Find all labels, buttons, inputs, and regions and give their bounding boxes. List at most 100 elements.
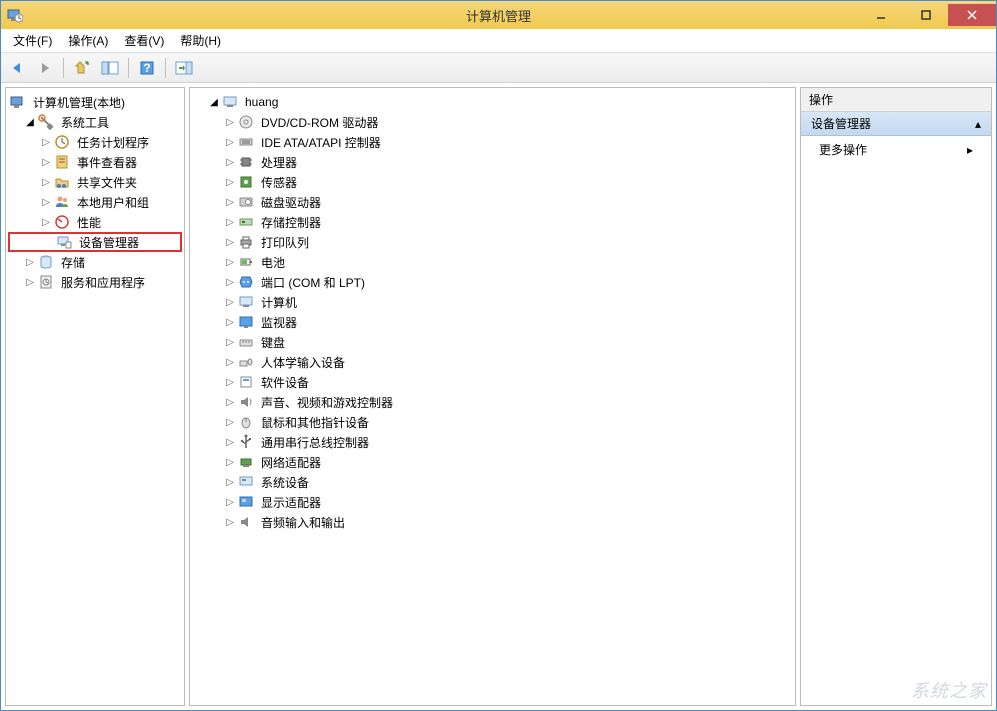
device-display[interactable]: ▷显示适配器 [192, 492, 793, 512]
tree-shared-folders[interactable]: ▷ 共享文件夹 [8, 172, 182, 192]
forward-button[interactable] [33, 56, 57, 80]
expand-spacer [42, 236, 54, 248]
expand-icon[interactable]: ▷ [224, 256, 236, 268]
tree-local-users[interactable]: ▷ 本地用户和组 [8, 192, 182, 212]
tree-task-scheduler[interactable]: ▷ 任务计划程序 [8, 132, 182, 152]
app-icon [7, 7, 23, 23]
ide-icon [238, 134, 254, 150]
tree-event-viewer[interactable]: ▷ 事件查看器 [8, 152, 182, 172]
expand-icon[interactable]: ▷ [224, 336, 236, 348]
expand-icon[interactable]: ▷ [224, 476, 236, 488]
tree-label: 传感器 [258, 173, 300, 192]
tree-label: 监视器 [258, 313, 300, 332]
shared-folder-icon [54, 174, 70, 190]
tree-label: 电池 [258, 253, 288, 272]
expand-icon[interactable]: ▷ [224, 456, 236, 468]
submenu-arrow-icon: ▸ [967, 143, 973, 157]
up-button[interactable] [70, 56, 94, 80]
device-storage-ctrl[interactable]: ▷ 存储控制器 [192, 212, 793, 232]
menu-file[interactable]: 文件(F) [5, 30, 60, 51]
expand-icon[interactable]: ▷ [224, 416, 236, 428]
collapse-icon[interactable]: ◢ [24, 116, 36, 128]
device-computer-root[interactable]: ◢ huang [192, 92, 793, 112]
help-button[interactable]: ? [135, 56, 159, 80]
expand-icon[interactable]: ▷ [224, 216, 236, 228]
device-ports[interactable]: ▷端口 (COM 和 LPT) [192, 272, 793, 292]
maximize-button[interactable] [903, 4, 948, 26]
device-cpu[interactable]: ▷ 处理器 [192, 152, 793, 172]
expand-icon[interactable]: ▷ [40, 176, 52, 188]
software-icon [238, 374, 254, 390]
close-button[interactable] [948, 4, 996, 26]
tree-label: 性能 [74, 213, 104, 232]
device-software[interactable]: ▷软件设备 [192, 372, 793, 392]
collapse-icon[interactable]: ◢ [208, 96, 220, 108]
expand-icon[interactable]: ▷ [224, 276, 236, 288]
expand-icon[interactable]: ▷ [224, 516, 236, 528]
expand-icon[interactable]: ▷ [224, 136, 236, 148]
device-hid[interactable]: ▷人体学输入设备 [192, 352, 793, 372]
menubar: 文件(F) 操作(A) 查看(V) 帮助(H) [1, 29, 996, 53]
expand-icon[interactable]: ▷ [40, 136, 52, 148]
toolbar: ? [1, 53, 996, 83]
expand-icon[interactable]: ▷ [224, 196, 236, 208]
tree-system-tools[interactable]: ◢ 系统工具 [8, 112, 182, 132]
action-pane-button[interactable] [172, 56, 196, 80]
device-system[interactable]: ▷系统设备 [192, 472, 793, 492]
device-sound[interactable]: ▷声音、视频和游戏控制器 [192, 392, 793, 412]
expand-icon[interactable]: ▷ [224, 356, 236, 368]
device-monitor[interactable]: ▷ 监视器 [192, 312, 793, 332]
tree-label: 本地用户和组 [74, 193, 152, 212]
tree-label: 存储控制器 [258, 213, 324, 232]
tree-device-manager[interactable]: 设备管理器 [8, 232, 182, 252]
expand-icon[interactable]: ▷ [224, 116, 236, 128]
tree-services[interactable]: ▷ 服务和应用程序 [8, 272, 182, 292]
actions-section-header[interactable]: 设备管理器 ▴ [801, 112, 991, 136]
expand-icon[interactable]: ▷ [224, 176, 236, 188]
device-disk[interactable]: ▷磁盘驱动器 [192, 192, 793, 212]
expand-icon[interactable]: ▷ [40, 196, 52, 208]
expand-icon[interactable]: ▷ [224, 496, 236, 508]
device-ide[interactable]: ▷IDE ATA/ATAPI 控制器 [192, 132, 793, 152]
device-computers[interactable]: ▷计算机 [192, 292, 793, 312]
menu-help[interactable]: 帮助(H) [172, 30, 229, 51]
expand-icon[interactable]: ▷ [224, 376, 236, 388]
tree-storage[interactable]: ▷ 存储 [8, 252, 182, 272]
tree-label: 事件查看器 [74, 153, 140, 172]
device-battery[interactable]: ▷ 电池 [192, 252, 793, 272]
menu-action[interactable]: 操作(A) [60, 30, 116, 51]
device-print-queue[interactable]: ▷ 打印队列 [192, 232, 793, 252]
tree-label: 打印队列 [258, 233, 312, 252]
device-keyboard[interactable]: ▷键盘 [192, 332, 793, 352]
expand-icon[interactable]: ▷ [40, 216, 52, 228]
tree-label: DVD/CD-ROM 驱动器 [258, 113, 381, 132]
tools-icon [38, 114, 54, 130]
tree-label: 通用串行总线控制器 [258, 433, 372, 452]
menu-view[interactable]: 查看(V) [116, 30, 172, 51]
users-icon [54, 194, 70, 210]
device-pane: ◢ huang ▷ DVD/CD-ROM 驱动器 ▷IDE ATA/ATAPI 控… [189, 87, 796, 706]
device-dvdcd[interactable]: ▷ DVD/CD-ROM 驱动器 [192, 112, 793, 132]
expand-icon[interactable]: ▷ [224, 316, 236, 328]
back-button[interactable] [5, 56, 29, 80]
expand-icon[interactable]: ▷ [224, 236, 236, 248]
expand-icon[interactable]: ▷ [24, 256, 36, 268]
device-network[interactable]: ▷网络适配器 [192, 452, 793, 472]
show-hide-tree-button[interactable] [98, 56, 122, 80]
expand-icon[interactable]: ▷ [24, 276, 36, 288]
tree-root[interactable]: 计算机管理(本地) [8, 92, 182, 112]
device-sensor[interactable]: ▷ 传感器 [192, 172, 793, 192]
expand-icon[interactable]: ▷ [224, 436, 236, 448]
expand-icon[interactable]: ▷ [224, 156, 236, 168]
device-usb[interactable]: ▷ 通用串行总线控制器 [192, 432, 793, 452]
device-audio[interactable]: ▷音频输入和输出 [192, 512, 793, 532]
expand-icon[interactable]: ▷ [40, 156, 52, 168]
device-mouse[interactable]: ▷鼠标和其他指针设备 [192, 412, 793, 432]
tree-performance[interactable]: ▷ 性能 [8, 212, 182, 232]
services-icon [38, 274, 54, 290]
expand-icon[interactable]: ▷ [224, 396, 236, 408]
tree-label: 处理器 [258, 153, 300, 172]
actions-more[interactable]: 更多操作 ▸ [801, 136, 991, 163]
minimize-button[interactable] [858, 4, 903, 26]
expand-icon[interactable]: ▷ [224, 296, 236, 308]
